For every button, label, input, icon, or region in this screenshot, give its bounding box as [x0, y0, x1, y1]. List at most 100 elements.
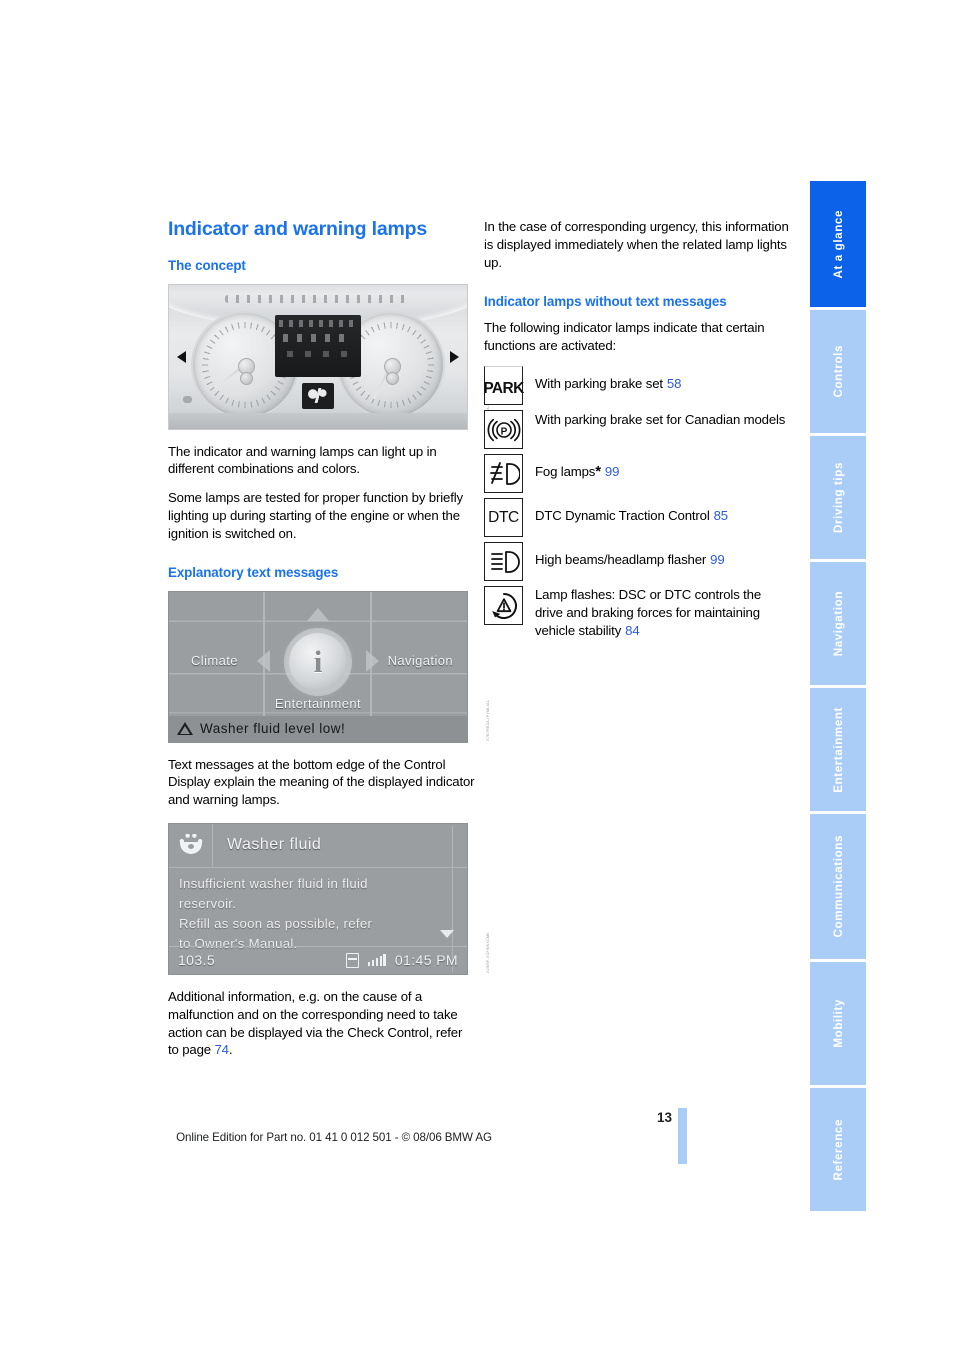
page-number-bar	[678, 1108, 687, 1164]
airbag-indicator-icon	[302, 382, 334, 409]
washer-message-header: Washer fluid	[169, 823, 467, 868]
speedometer-subdial	[240, 371, 253, 385]
cassette-icon	[345, 952, 359, 968]
svg-text:P: P	[500, 426, 507, 437]
page-ref-74[interactable]: 74	[214, 1042, 229, 1057]
lamp-text-5: Lamp flashes: DSC or DTC controls the dr…	[535, 587, 762, 638]
sidebar-tab-at-a-glance[interactable]: At a glance	[810, 181, 866, 307]
figure-instrument-cluster: X5E79EZA-IPYMLIAL	[168, 283, 490, 430]
sidebar-tab-label-3: Navigation	[831, 590, 845, 657]
cluster-center-display	[275, 314, 361, 377]
lamp-row-dsc-dtc: Lamp flashes: DSC or DTC controls the dr…	[484, 586, 792, 639]
sidebar-tab-communications[interactable]: Communications	[810, 814, 866, 959]
paragraph-additional-information-text: Additional information, e.g. on the caus…	[168, 988, 463, 1058]
washer-bowl-glyph	[179, 842, 202, 855]
lamp-page-ref-4[interactable]: 99	[710, 552, 725, 567]
airbag-glyph	[308, 388, 328, 403]
lamp-label-park-brake-canadian: With parking brake set for Canadian mode…	[523, 410, 785, 429]
cluster-reset-knob	[183, 395, 192, 403]
sidebar-tab-navigation[interactable]: Navigation	[810, 562, 866, 685]
sidebar-tab-label-2: Driving tips	[831, 462, 845, 533]
paragraph-additional-information: Additional information, e.g. on the caus…	[168, 988, 476, 1059]
sidebar-tab-label-6: Mobility	[831, 999, 845, 1048]
lamp-text-4: High beams/headlamp flasher	[535, 552, 707, 568]
section-tab-strip: At a glance Controls Driving tips Naviga…	[810, 181, 866, 1214]
tachometer-subdial	[386, 371, 399, 385]
paragraph-urgency: In the case of corresponding urgency, th…	[484, 219, 789, 270]
sidebar-tab-controls[interactable]: Controls	[810, 310, 866, 433]
cluster-indicator-row-bottom	[287, 350, 349, 357]
lamp-page-ref-2[interactable]: 99	[605, 464, 620, 479]
lamp-page-ref-3[interactable]: 85	[714, 508, 729, 523]
warning-triangle-icon	[177, 722, 193, 736]
paragraph-lamps-tested: Some lamps are tested for proper functio…	[168, 490, 463, 541]
heading-the-concept: The concept	[168, 258, 246, 274]
heading-explanatory-text-messages: Explanatory text messages	[168, 565, 339, 581]
paragraph-following-indicator-lamps: The following indicator lamps indicate t…	[484, 320, 765, 354]
idrive-label-climate: Climate	[191, 652, 238, 668]
paragraph-additional-information-end: .	[228, 1042, 233, 1058]
lamp-text-2: Fog lamps	[535, 464, 596, 480]
high-beam-icon	[484, 542, 523, 582]
status-icon-group: 01:45 PM	[345, 952, 467, 969]
lamp-row-fog-lamps: Fog lamps* 99	[484, 454, 792, 494]
paragraph-lamps-combinations: The indicator and warning lamps can ligh…	[168, 443, 437, 477]
chevron-left-icon	[257, 649, 270, 672]
lamp-page-ref-0[interactable]: 58	[667, 376, 682, 391]
sidebar-tab-entertainment[interactable]: Entertainment	[810, 688, 866, 811]
dtc-glyph: DTC	[488, 508, 519, 526]
scroll-down-arrow-icon[interactable]	[440, 929, 454, 938]
lamp-page-ref-5[interactable]: 84	[625, 623, 640, 638]
signal-bars-icon	[367, 954, 386, 967]
fog-lamp-icon	[484, 454, 523, 494]
lamp-row-dtc: DTC DTC Dynamic Traction Control 85	[484, 498, 792, 538]
high-beam-svg	[490, 550, 520, 573]
chevron-right-icon	[366, 649, 379, 672]
clock-value: 01:45 PM	[394, 952, 458, 969]
cluster-indicator-row-middle	[283, 333, 353, 342]
dsc-warning-triangle-icon	[484, 586, 523, 626]
sidebar-tab-label-5: Communications	[831, 835, 845, 938]
lamp-row-park-brake-canadian: P With parking brake set for Canadian mo…	[484, 410, 792, 450]
sidebar-tab-reference[interactable]: Reference	[810, 1088, 866, 1211]
park-brake-canadian-icon: P	[484, 410, 523, 450]
lamp-label-high-beams: High beams/headlamp flasher 99	[523, 542, 725, 569]
washer-fluid-glyph	[178, 834, 204, 856]
sidebar-tab-label-4: Entertainment	[831, 706, 845, 793]
park-glyph: PARK	[483, 379, 524, 397]
page-title: Indicator and warning lamps	[168, 218, 427, 240]
page-number: 13	[656, 1110, 672, 1125]
right-column: In the case of corresponding urgency, th…	[483, 218, 792, 644]
fog-lamp-svg	[489, 461, 520, 485]
lamp-label-dtc: DTC Dynamic Traction Control 85	[523, 498, 728, 525]
lamp-label-fog-lamps: Fog lamps* 99	[523, 454, 619, 481]
dtc-icon: DTC	[484, 498, 523, 538]
sidebar-tab-mobility[interactable]: Mobility	[810, 962, 866, 1085]
sidebar-tab-label-1: Controls	[831, 345, 845, 398]
sidebar-tab-driving-tips[interactable]: Driving tips	[810, 436, 866, 559]
figure-code-idrive: X7B7REZA-IPYMLIAL	[486, 699, 490, 741]
park-brake-canadian-svg: P	[487, 418, 520, 441]
dsc-warning-svg	[491, 592, 517, 619]
instrument-cluster-image	[168, 283, 468, 430]
washer-body-line-1: Insufficient washer fluid in fluid	[179, 875, 368, 891]
arrow-left-icon	[177, 350, 186, 363]
idrive-label-entertainment: Entertainment	[274, 695, 362, 711]
washer-fluid-message-image: Washer fluid Insufficient washer fluid i…	[168, 822, 468, 975]
lamp-text-1: With parking brake set for Canadian mode…	[535, 412, 786, 428]
left-column: Indicator and warning lamps The concept	[168, 218, 490, 1059]
washer-body-line-3: Refill as soon as possible, refer	[179, 915, 373, 931]
lamp-text-3: DTC Dynamic Traction Control	[535, 508, 710, 524]
info-glyph: i	[313, 644, 323, 680]
optional-equipment-asterisk: *	[595, 463, 601, 481]
lamp-label-dsc-dtc: Lamp flashes: DSC or DTC controls the dr…	[523, 586, 792, 639]
lamp-label-park-brake: With parking brake set 58	[523, 366, 681, 393]
arrow-right-icon	[450, 350, 459, 363]
figure-idrive-menu: i Climate Navigation Entertainment Washe…	[168, 590, 490, 743]
park-brake-text-icon: PARK	[483, 366, 524, 406]
idrive-label-navigation: Navigation	[387, 652, 453, 668]
chevron-up-icon	[307, 607, 329, 621]
manual-page: Indicator and warning lamps The concept	[0, 0, 954, 1351]
radio-frequency-value: 103.5	[178, 952, 216, 969]
lamp-list: PARK With parking brake set 58 P With pa…	[483, 366, 792, 639]
